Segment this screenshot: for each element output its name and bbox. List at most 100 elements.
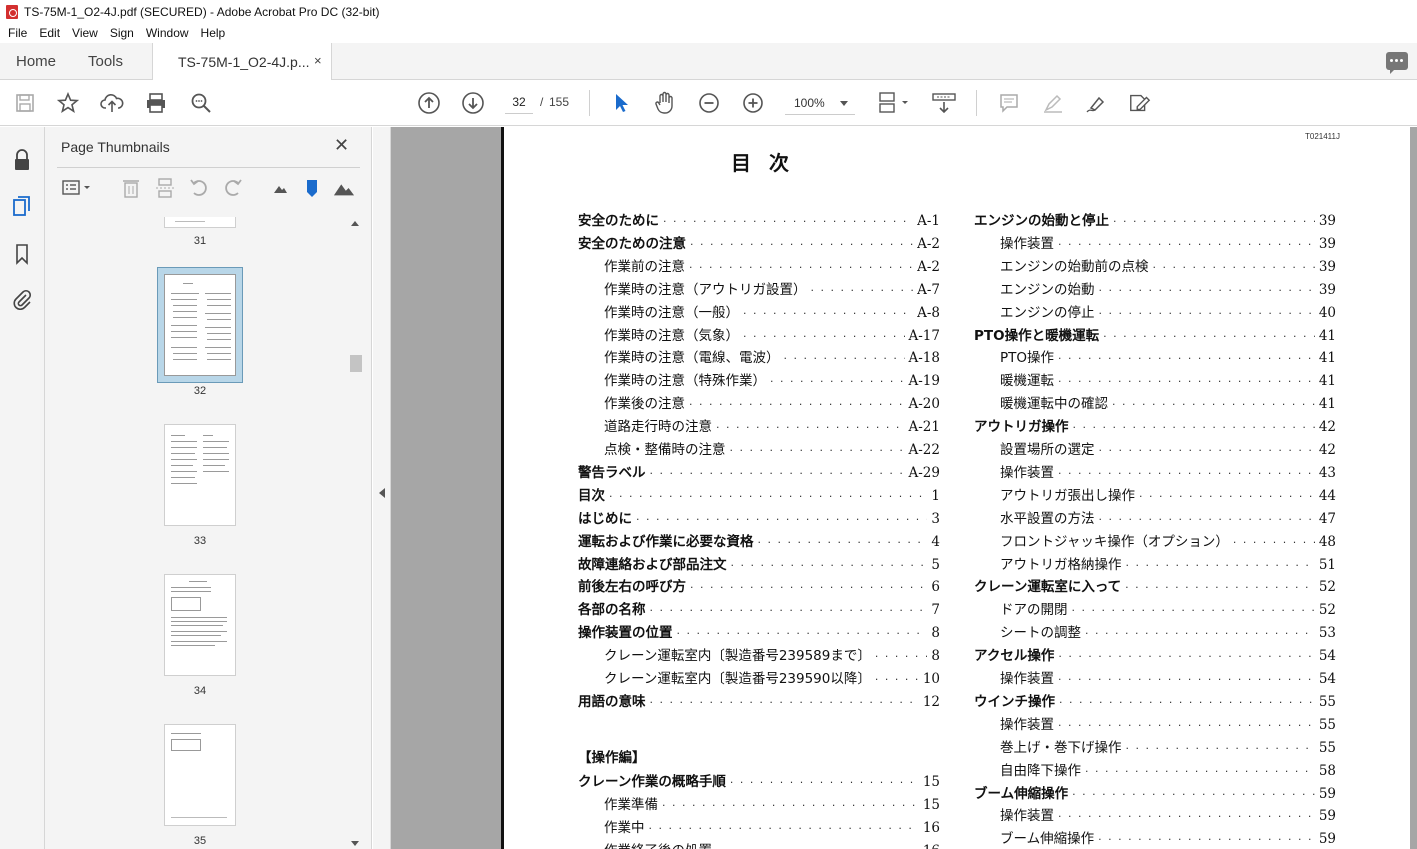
toc-entry[interactable]: 操作装置 · · · · · · · · · · · · · · · · · · … xyxy=(1000,804,1336,824)
toc-entry[interactable]: 作業準備 · · · · · · · · · · · · · · · · · · … xyxy=(604,793,940,813)
page-thumbnail-31[interactable] xyxy=(164,217,236,228)
toc-entry[interactable]: はじめに · · · · · · · · · · · · · · · · · · … xyxy=(578,507,940,527)
toc-entry[interactable]: アウトリガ操作 · · · · · · · · · · · · · · · · ·… xyxy=(974,415,1336,435)
hand-icon[interactable] xyxy=(653,91,677,115)
toc-entry[interactable]: 警告ラベル · · · · · · · · · · · · · · · · · ·… xyxy=(578,461,940,481)
save-icon[interactable] xyxy=(13,91,37,115)
tab-tools[interactable]: Tools xyxy=(88,53,123,70)
toc-entry[interactable]: 操作装置の位置 · · · · · · · · · · · · · · · · ·… xyxy=(578,621,940,641)
document-viewport[interactable]: T021411J 目次 【操作編】 安全のために · · · · · · · · … xyxy=(373,127,1417,849)
toc-entry[interactable]: ブーム伸縮操作 · · · · · · · · · · · · · · · · ·… xyxy=(974,782,1336,802)
close-icon[interactable]: ✕ xyxy=(334,135,349,156)
thumbnail-options-icon[interactable] xyxy=(61,177,95,199)
toc-entry[interactable]: 操作装置 · · · · · · · · · · · · · · · · · · … xyxy=(1000,713,1336,733)
zoom-out-icon[interactable] xyxy=(697,91,721,115)
toc-entry[interactable]: 安全のために · · · · · · · · · · · · · · · · · … xyxy=(578,209,940,229)
toc-entry[interactable]: クレーン運転室に入って · · · · · · · · · · · · · · ·… xyxy=(974,575,1336,595)
toc-entry[interactable]: クレーン作業の概略手順 · · · · · · · · · · · · · · ·… xyxy=(578,770,940,790)
bookmark-icon[interactable] xyxy=(11,243,33,265)
toc-entry[interactable]: エンジンの始動前の点検 · · · · · · · · · · · · · · ·… xyxy=(1000,255,1336,275)
magnifier-icon[interactable] xyxy=(189,91,213,115)
arrow-up-circle-icon[interactable] xyxy=(417,91,441,115)
toc-entry[interactable]: クレーン運転室内〔製造番号239589まで〕· · · · · · · · · … xyxy=(604,644,940,664)
comment-icon[interactable] xyxy=(1386,52,1408,74)
toc-entry[interactable]: 作業前の注意 · · · · · · · · · · · · · · · · · … xyxy=(604,255,940,275)
toc-entry[interactable]: 暖機運転 · · · · · · · · · · · · · · · · · · … xyxy=(1000,369,1336,389)
toc-entry[interactable]: フロントジャッキ操作（オプション）· · · · · · · · · · · ·… xyxy=(1000,530,1336,550)
smaller-thumbnails-icon[interactable] xyxy=(269,177,291,199)
zoom-in-icon[interactable] xyxy=(741,91,765,115)
rotate-right-icon[interactable] xyxy=(222,177,244,199)
upload-icon[interactable] xyxy=(100,91,124,115)
tab-home[interactable]: Home xyxy=(16,53,56,70)
toc-entry[interactable]: PTO操作と暖機運転 · · · · · · · · · · · · · · · … xyxy=(974,324,1336,344)
extract-pages-icon[interactable] xyxy=(154,177,176,199)
toc-entry[interactable]: 作業時の注意（気象） · · · · · · · · · · · · · · · … xyxy=(604,324,940,344)
toc-entry[interactable]: 暖機運転中の確認 · · · · · · · · · · · · · · · · … xyxy=(1000,392,1336,412)
toc-entry[interactable]: 故障連絡および部品注文 · · · · · · · · · · · · · · ·… xyxy=(578,553,940,573)
toc-entry[interactable]: 作業終了後の処置 · · · · · · · · · · · · · · · · … xyxy=(604,839,940,849)
toc-entry[interactable]: 作業時の注意（アウトリガ設置）· · · · · · · · · · · · ·… xyxy=(604,278,940,298)
scroll-down-arrow-icon[interactable] xyxy=(351,841,359,846)
scroll-mode-icon[interactable] xyxy=(932,91,956,115)
star-icon[interactable] xyxy=(56,91,80,115)
collapse-panel-arrow-icon[interactable] xyxy=(379,488,385,498)
toc-entry[interactable]: 巻上げ・巻下げ操作 · · · · · · · · · · · · · · · ·… xyxy=(1000,736,1336,756)
zoom-level-select[interactable]: 100% xyxy=(785,91,855,115)
toc-entry[interactable]: 作業時の注意（電線、電波）· · · · · · · · · · · · · ·… xyxy=(604,346,940,366)
attachment-icon[interactable] xyxy=(11,288,33,310)
page-thumbnail-34[interactable] xyxy=(164,574,236,676)
toc-entry[interactable]: ウインチ操作 · · · · · · · · · · · · · · · · · … xyxy=(974,690,1336,710)
toc-entry[interactable]: 目次 · · · · · · · · · · · · · · · · · · · … xyxy=(578,484,940,504)
toc-entry[interactable]: 操作装置 · · · · · · · · · · · · · · · · · · … xyxy=(1000,461,1336,481)
thumbnail-scrollbar-thumb[interactable] xyxy=(350,355,362,372)
toc-entry[interactable]: ドアの開閉 · · · · · · · · · · · · · · · · · ·… xyxy=(1000,598,1336,618)
toc-entry[interactable]: 用語の意味 · · · · · · · · · · · · · · · · · ·… xyxy=(578,690,940,710)
toc-entry[interactable]: 自由降下操作 · · · · · · · · · · · · · · · · · … xyxy=(1000,759,1336,779)
toc-entry[interactable]: 水平設置の方法 · · · · · · · · · · · · · · · · ·… xyxy=(1000,507,1336,527)
toc-entry[interactable]: エンジンの停止 · · · · · · · · · · · · · · · · ·… xyxy=(1000,301,1336,321)
arrow-down-circle-icon[interactable] xyxy=(461,91,485,115)
toc-entry[interactable]: 前後左右の呼び方 · · · · · · · · · · · · · · · · … xyxy=(578,575,940,595)
larger-thumbnails-icon[interactable] xyxy=(333,177,355,199)
menu-sign[interactable]: Sign xyxy=(106,26,138,40)
menu-edit[interactable]: Edit xyxy=(35,26,64,40)
tab-document[interactable]: TS-75M-1_O2-4J.p... × xyxy=(152,43,332,80)
toc-entry[interactable]: 操作装置 · · · · · · · · · · · · · · · · · · … xyxy=(1000,232,1336,252)
toc-entry[interactable]: 道路走行時の注意 · · · · · · · · · · · · · · · · … xyxy=(604,415,940,435)
comment-note-icon[interactable] xyxy=(997,91,1021,115)
rotate-left-icon[interactable] xyxy=(188,177,210,199)
toc-entry[interactable]: ブーム伸縮操作 · · · · · · · · · · · · · · · · ·… xyxy=(1000,827,1336,847)
toc-entry[interactable]: 各部の名称 · · · · · · · · · · · · · · · · · ·… xyxy=(578,598,940,618)
page-thumbnails-icon[interactable] xyxy=(11,195,33,217)
cursor-icon[interactable] xyxy=(609,91,633,115)
trash-icon[interactable] xyxy=(120,177,142,199)
edit-document-icon[interactable] xyxy=(1128,91,1152,115)
page-thumbnail-32-selected[interactable] xyxy=(157,267,243,383)
menu-window[interactable]: Window xyxy=(142,26,193,40)
page-number-input[interactable] xyxy=(505,90,533,114)
toc-entry[interactable]: アウトリガ張出し操作 · · · · · · · · · · · · · · · … xyxy=(1000,484,1336,504)
toc-entry[interactable]: 運転および作業に必要な資格 · · · · · · · · · · · · · ·… xyxy=(578,530,940,550)
lock-icon[interactable] xyxy=(11,149,33,171)
print-icon[interactable] xyxy=(144,91,168,115)
menu-help[interactable]: Help xyxy=(197,26,230,40)
page-thumbnail-33[interactable] xyxy=(164,424,236,526)
marker-icon[interactable] xyxy=(301,177,323,199)
toc-entry[interactable]: エンジンの始動と停止 · · · · · · · · · · · · · · · … xyxy=(974,209,1336,229)
close-tab-icon[interactable]: × xyxy=(314,53,322,68)
toc-entry[interactable]: 点検・整備時の注意 · · · · · · · · · · · · · · · ·… xyxy=(604,438,940,458)
toc-entry[interactable]: シートの調整 · · · · · · · · · · · · · · · · · … xyxy=(1000,621,1336,641)
highlight-pen-icon[interactable] xyxy=(1041,91,1065,115)
scroll-up-arrow-icon[interactable] xyxy=(351,221,359,226)
toc-entry[interactable]: 作業時の注意（特殊作業） · · · · · · · · · · · · · · … xyxy=(604,369,940,389)
toc-entry[interactable]: アウトリガ格納操作 · · · · · · · · · · · · · · · ·… xyxy=(1000,553,1336,573)
toc-entry[interactable]: 設置場所の選定 · · · · · · · · · · · · · · · · ·… xyxy=(1000,438,1336,458)
toc-entry[interactable]: アクセル操作 · · · · · · · · · · · · · · · · · … xyxy=(974,644,1336,664)
toc-entry[interactable]: 安全のための注意 · · · · · · · · · · · · · · · · … xyxy=(578,232,940,252)
toc-entry[interactable]: 操作装置 · · · · · · · · · · · · · · · · · · … xyxy=(1000,667,1336,687)
menu-view[interactable]: View xyxy=(68,26,102,40)
toc-entry[interactable]: 作業後の注意 · · · · · · · · · · · · · · · · · … xyxy=(604,392,940,412)
toc-entry[interactable]: PTO操作 · · · · · · · · · · · · · · · · · ·… xyxy=(1000,346,1336,366)
page-thumbnail-35[interactable] xyxy=(164,724,236,826)
